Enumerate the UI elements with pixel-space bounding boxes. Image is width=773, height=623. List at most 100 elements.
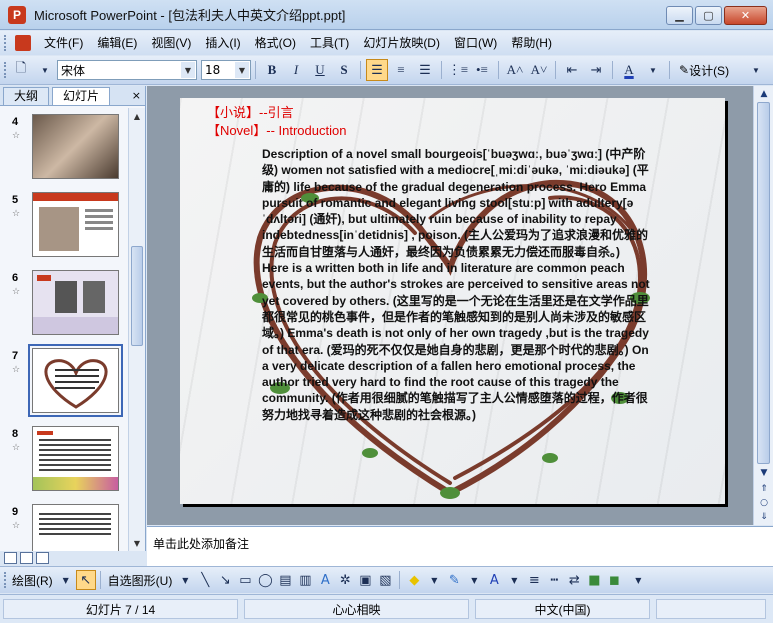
- align-left-icon[interactable]: ☰: [366, 59, 388, 81]
- slide-sorter-view-icon[interactable]: [20, 552, 33, 564]
- font-name-select[interactable]: 宋体 ▼: [57, 60, 197, 80]
- menu-insert[interactable]: 插入(I): [198, 33, 247, 53]
- shadow-style-icon[interactable]: ■: [584, 570, 604, 590]
- close-icon[interactable]: ✕: [724, 6, 767, 25]
- menu-edit[interactable]: 编辑(E): [90, 33, 144, 53]
- design-button[interactable]: ✎ 设计(S): [675, 59, 733, 81]
- select-pointer-icon[interactable]: ↖: [75, 570, 96, 590]
- document-icon[interactable]: [15, 35, 31, 51]
- chevron-down-icon[interactable]: ▼: [504, 570, 524, 590]
- normal-view-icon[interactable]: [4, 552, 17, 564]
- toolbar-grip[interactable]: [4, 35, 9, 51]
- current-slide[interactable]: 【小说】--引言 【Novel】-- Introduction Descript…: [180, 98, 725, 504]
- chevron-down-icon[interactable]: ▼: [642, 59, 664, 81]
- font-color-icon[interactable]: A: [618, 59, 640, 81]
- chevron-down-icon[interactable]: ▼: [464, 570, 484, 590]
- toolbar-separator: [498, 61, 499, 79]
- increase-indent-icon[interactable]: ⇥: [585, 59, 607, 81]
- format-toolbar: 🗋 ▼ 宋体 ▼ 18 ▼ B I U S ☰ ≡ ☰ ⋮≡ •≡ A˄ A˅ …: [0, 56, 773, 85]
- notes-pane[interactable]: 单击此处添加备注: [147, 526, 773, 566]
- fill-color-icon[interactable]: ◆: [404, 570, 424, 590]
- line-color-icon[interactable]: ✎: [444, 570, 464, 590]
- toolbar-grip[interactable]: [4, 62, 9, 78]
- slide-thumbnail[interactable]: [32, 270, 119, 335]
- scroll-down-icon[interactable]: ▼: [130, 536, 144, 550]
- line-style-icon[interactable]: ≡: [524, 570, 544, 590]
- font-color-icon[interactable]: A: [484, 570, 504, 590]
- next-slide-icon[interactable]: ⇓: [756, 510, 772, 524]
- toolbar-options-icon[interactable]: ▼: [745, 59, 767, 81]
- toolbar-options-icon[interactable]: ▼: [628, 570, 648, 590]
- scrollbar-thumb[interactable]: [131, 246, 143, 346]
- oval-tool-icon[interactable]: ◯: [255, 570, 275, 590]
- scroll-down-icon[interactable]: ▼: [756, 466, 772, 480]
- slide-title-english[interactable]: 【Novel】-- Introduction: [207, 120, 346, 139]
- slide-title-chinese[interactable]: 【小说】--引言: [207, 102, 294, 121]
- decrease-font-icon[interactable]: A˅: [528, 59, 550, 81]
- bold-button[interactable]: B: [261, 59, 283, 81]
- wordart-icon[interactable]: A: [315, 570, 335, 590]
- chevron-down-icon[interactable]: ▼: [235, 62, 249, 78]
- line-tool-icon[interactable]: ╲: [195, 570, 215, 590]
- arrow-style-icon[interactable]: ⇄: [564, 570, 584, 590]
- slide-number: 5: [12, 194, 19, 206]
- arrow-tool-icon[interactable]: ↘: [215, 570, 235, 590]
- menu-format[interactable]: 格式(O): [248, 33, 303, 53]
- vertical-textbox-icon[interactable]: ▥: [295, 570, 315, 590]
- autoshapes-button[interactable]: 自选图形(U): [105, 572, 176, 589]
- slide-thumbnail[interactable]: [32, 192, 119, 257]
- menu-window[interactable]: 窗口(W): [447, 33, 504, 53]
- diagram-tool-icon[interactable]: ✲: [335, 570, 355, 590]
- slideshow-view-icon[interactable]: [36, 552, 49, 564]
- align-right-icon[interactable]: ☰: [414, 59, 436, 81]
- font-size-select[interactable]: 18 ▼: [201, 60, 251, 80]
- insert-picture-icon[interactable]: ▧: [375, 570, 395, 590]
- scrollbar-thumb[interactable]: [757, 102, 770, 464]
- previous-slide-icon[interactable]: ⇑: [756, 482, 772, 496]
- dropdown-arrow-icon[interactable]: ▼: [34, 59, 56, 81]
- close-icon[interactable]: ×: [132, 87, 141, 105]
- toolbar-separator: [255, 61, 256, 79]
- shadow-text-button[interactable]: S: [333, 59, 355, 81]
- underline-button[interactable]: U: [309, 59, 331, 81]
- select-object-icon[interactable]: ○: [756, 496, 772, 510]
- bullet-list-icon[interactable]: •≡: [471, 59, 493, 81]
- menu-tools[interactable]: 工具(T): [303, 33, 356, 53]
- design-template-status: 心心相映: [244, 599, 469, 619]
- rectangle-tool-icon[interactable]: ▭: [235, 570, 255, 590]
- scroll-up-icon[interactable]: ▲: [130, 109, 144, 123]
- dash-style-icon[interactable]: ┅: [544, 570, 564, 590]
- chevron-down-icon[interactable]: ▼: [424, 570, 444, 590]
- slide-thumbnail[interactable]: [32, 504, 119, 551]
- numbered-list-icon[interactable]: ⋮≡: [447, 59, 469, 81]
- draw-menu-button[interactable]: 绘图(R): [9, 572, 56, 589]
- thumbnail-scrollbar[interactable]: ▲ ▼: [128, 108, 145, 551]
- clipart-icon[interactable]: ▣: [355, 570, 375, 590]
- minimize-icon[interactable]: ▁: [666, 6, 693, 25]
- slide-scrollbar[interactable]: ▲ ▼ ⇑ ○ ⇓: [753, 86, 773, 525]
- menu-file[interactable]: 文件(F): [37, 33, 90, 53]
- increase-font-icon[interactable]: A˄: [504, 59, 526, 81]
- powerpoint-app-icon[interactable]: P: [8, 5, 26, 24]
- scroll-up-icon[interactable]: ▲: [756, 87, 772, 101]
- maximize-icon[interactable]: ▢: [695, 6, 722, 25]
- slide-thumbnail-selected[interactable]: [28, 344, 123, 417]
- slide-number: 9: [12, 506, 19, 518]
- menu-help[interactable]: 帮助(H): [504, 33, 559, 53]
- tab-slides[interactable]: 幻灯片: [52, 87, 111, 105]
- align-center-icon[interactable]: ≡: [390, 59, 412, 81]
- decrease-indent-icon[interactable]: ⇤: [561, 59, 583, 81]
- slide-body-text[interactable]: Description of a novel small bourgeois[ˈ…: [262, 146, 650, 423]
- slide-thumbnail[interactable]: [32, 426, 119, 491]
- tab-outline[interactable]: 大纲: [3, 87, 50, 105]
- chevron-down-icon[interactable]: ▼: [181, 62, 195, 78]
- italic-button[interactable]: I: [285, 59, 307, 81]
- menu-view[interactable]: 视图(V): [144, 33, 198, 53]
- textbox-tool-icon[interactable]: ▤: [275, 570, 295, 590]
- chevron-down-icon[interactable]: ▼: [56, 570, 76, 590]
- chevron-down-icon[interactable]: ▼: [175, 570, 195, 590]
- menu-slideshow[interactable]: 幻灯片放映(D): [356, 33, 447, 53]
- 3d-style-icon[interactable]: ◼: [604, 570, 624, 590]
- new-document-icon[interactable]: 🗋: [10, 59, 32, 81]
- slide-thumbnail[interactable]: [32, 114, 119, 179]
